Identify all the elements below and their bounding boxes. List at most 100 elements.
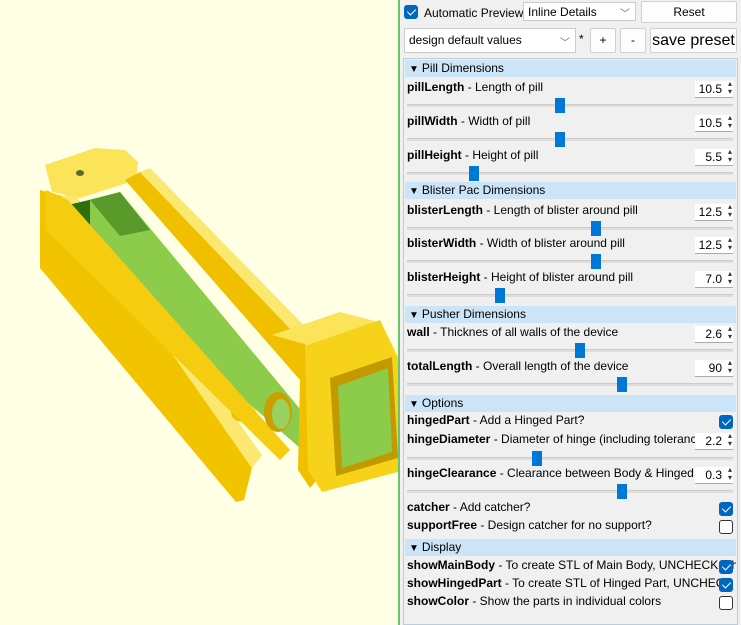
param-catcher: catcher - Add catcher? xyxy=(407,500,736,518)
param-name: supportFree xyxy=(407,518,478,532)
section-header-pill-dimensions[interactable]: ▼ Pill Dimensions xyxy=(405,60,736,77)
slider-thumb[interactable] xyxy=(494,288,505,303)
param-blisterLength: blisterLength - Length of blister around… xyxy=(407,203,736,221)
param-showHingedPart: showHingedPart - To create STL of Hinged… xyxy=(407,576,736,594)
pillHeight-slider[interactable] xyxy=(407,166,733,181)
blisterWidth-slider[interactable] xyxy=(407,254,733,269)
param-totalLength: totalLength - Overall length of the devi… xyxy=(407,359,736,377)
param-description: - To create STL of Main Body, UNCHECK ot… xyxy=(495,558,736,572)
showMainBody-checkbox[interactable] xyxy=(719,560,733,574)
section-title: Display xyxy=(421,540,462,554)
slider-thumb[interactable] xyxy=(617,484,628,499)
param-pillHeight: pillHeight - Height of pill xyxy=(407,148,736,166)
supportFree-checkbox[interactable] xyxy=(719,520,733,534)
param-showMainBody: showMainBody - To create STL of Main Bod… xyxy=(407,558,736,576)
param-description: - Length of blister around pill xyxy=(483,203,638,217)
chevron-down-icon: ﹀ xyxy=(560,38,570,49)
param-name: totalLength xyxy=(407,359,473,373)
section-title: Options xyxy=(421,396,464,410)
view-mode-select[interactable]: Inline Details ﹀ xyxy=(523,2,636,21)
param-wall: wall - Thicknes of all walls of the devi… xyxy=(407,325,736,343)
param-showColor: showColor - Show the parts in individual… xyxy=(407,594,736,612)
blisterHeight-spinbox[interactable]: 7.0 xyxy=(695,270,733,288)
showHingedPart-checkbox[interactable] xyxy=(719,578,733,592)
hinge-hole-inner xyxy=(272,399,290,429)
totalLength-slider[interactable] xyxy=(407,377,733,392)
param-pillWidth: pillWidth - Width of pill xyxy=(407,114,736,132)
blisterHeight-slider[interactable] xyxy=(407,288,733,303)
hingeClearance-spinbox[interactable]: 0.3 xyxy=(695,466,733,484)
param-name: hingeClearance xyxy=(407,466,497,480)
triangle-down-icon: ▼ xyxy=(409,399,419,410)
param-name: pillWidth xyxy=(407,114,458,128)
pillHeight-spinbox[interactable]: 5.5 xyxy=(695,148,733,166)
param-name: showMainBody xyxy=(407,558,496,572)
pill-pusher-model xyxy=(40,148,398,502)
blisterWidth-spinbox[interactable]: 12.5 xyxy=(695,236,733,254)
section-title: Pusher Dimensions xyxy=(421,307,526,321)
slider-thumb[interactable] xyxy=(555,98,566,113)
param-description: - Design catcher for no support? xyxy=(477,518,652,532)
triangle-down-icon: ▼ xyxy=(409,186,419,197)
totalLength-spinbox[interactable]: 90 xyxy=(695,359,733,377)
wall-spinbox[interactable]: 2.6 xyxy=(695,325,733,343)
blisterLength-spinbox[interactable]: 12.5 xyxy=(695,203,733,221)
slider-thumb[interactable] xyxy=(574,343,585,358)
param-description: - Width of blister around pill xyxy=(476,236,625,250)
pillLength-slider[interactable] xyxy=(407,98,733,113)
param-description: - Height of pill xyxy=(461,148,539,162)
param-name: catcher xyxy=(407,500,450,514)
param-name: wall xyxy=(407,325,430,339)
param-name: blisterHeight xyxy=(407,270,481,284)
slider-thumb[interactable] xyxy=(532,451,543,466)
pillWidth-spinbox[interactable]: 10.5 xyxy=(695,114,733,132)
param-supportFree: supportFree - Design catcher for no supp… xyxy=(407,518,736,536)
param-name: blisterLength xyxy=(407,203,484,217)
preset-select[interactable]: design default values ﹀ xyxy=(404,28,576,53)
hingedPart-checkbox[interactable] xyxy=(719,415,733,429)
3d-viewport[interactable] xyxy=(0,0,398,625)
param-blisterWidth: blisterWidth - Width of blister around p… xyxy=(407,236,736,254)
hingeDiameter-spinbox[interactable]: 2.2 xyxy=(695,432,733,450)
hingeDiameter-slider[interactable] xyxy=(407,451,733,466)
param-name: pillLength xyxy=(407,80,465,94)
section-header-display[interactable]: ▼ Display xyxy=(405,539,736,556)
param-description: - Overall length of the device xyxy=(472,359,629,373)
param-description: - Height of blister around pill xyxy=(480,270,634,284)
main-body-cap xyxy=(45,148,138,198)
slider-thumb[interactable] xyxy=(468,166,479,181)
slider-thumb[interactable] xyxy=(617,377,628,392)
param-name: showHingedPart xyxy=(407,576,502,590)
param-name: hingeDiameter xyxy=(407,432,491,446)
hingeClearance-slider[interactable] xyxy=(407,484,733,499)
param-name: blisterWidth xyxy=(407,236,477,250)
param-description: - Add a Hinged Part? xyxy=(469,413,585,427)
section-header-options[interactable]: ▼ Options xyxy=(405,395,736,412)
section-header-pusher-dimensions[interactable]: ▼ Pusher Dimensions xyxy=(405,306,736,323)
param-name: pillHeight xyxy=(407,148,462,162)
slider-thumb[interactable] xyxy=(591,254,602,269)
triangle-down-icon: ▼ xyxy=(409,64,419,75)
pillWidth-slider[interactable] xyxy=(407,132,733,147)
automatic-preview-checkbox[interactable] xyxy=(404,5,418,19)
triangle-down-icon: ▼ xyxy=(409,310,419,321)
section-header-blister-pac-dimensions[interactable]: ▼ Blister Pac Dimensions xyxy=(405,182,736,199)
slider-thumb[interactable] xyxy=(591,221,602,236)
pillLength-spinbox[interactable]: 10.5 xyxy=(695,80,733,98)
param-hingeClearance: hingeClearance - Clearance between Body … xyxy=(407,466,736,484)
blisterLength-slider[interactable] xyxy=(407,221,733,236)
catcher-checkbox[interactable] xyxy=(719,502,733,516)
param-description: - Show the parts in individual colors xyxy=(469,594,662,608)
cap-hole xyxy=(76,170,84,176)
save-preset-button[interactable]: save preset xyxy=(650,28,737,53)
slider-thumb[interactable] xyxy=(555,132,566,147)
remove-preset-button[interactable]: - xyxy=(620,28,646,53)
add-preset-button[interactable]: + xyxy=(590,28,616,53)
param-description: - To create STL of Hinged Part, UNCHECK xyxy=(501,576,733,590)
reset-button[interactable]: Reset xyxy=(641,1,737,23)
showColor-checkbox[interactable] xyxy=(719,596,733,610)
view-mode-value: Inline Details xyxy=(528,5,597,19)
wall-slider[interactable] xyxy=(407,343,733,358)
param-description: - Thicknes of all walls of the device xyxy=(429,325,619,339)
param-hingeDiameter: hingeDiameter - Diameter of hinge (inclu… xyxy=(407,432,736,450)
